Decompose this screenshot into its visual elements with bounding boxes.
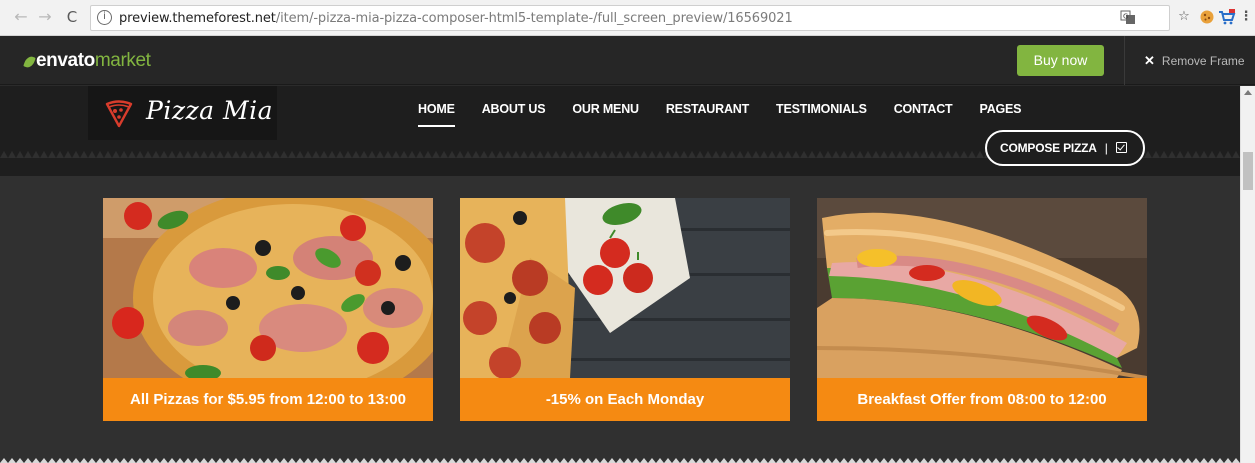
nav-item-pages[interactable]: PAGES [979,102,1021,122]
separator: | [1104,141,1108,155]
checkbox-icon [1115,142,1127,153]
offer-card[interactable]: All Pizzas for $5.95 from 12:00 to 13:00 [103,198,433,421]
site-logo[interactable]: Pizza Mia [88,86,277,140]
back-icon[interactable]: ← [12,8,30,26]
logo-text: Pizza Mia [146,96,274,125]
scrollbar-thumb[interactable] [1243,152,1253,190]
url-path: /item/-pizza-mia-pizza-composer-html5-te… [275,11,793,26]
browser-toolbar: ← → C i preview.themeforest.net/item/-pi… [0,0,1255,36]
offer-card[interactable]: Breakfast Offer from 08:00 to 12:00 [817,198,1147,421]
translate-icon[interactable]: G [1120,9,1136,25]
reload-icon[interactable]: C [63,8,81,26]
nav-item-contact[interactable]: CONTACT [894,102,953,122]
remove-frame-label: Remove Frame [1161,54,1245,68]
logo-word-envato: envato [36,50,95,71]
nav-item-our-menu[interactable]: OUR MENU [572,102,639,122]
logo-word-market: market [94,50,151,71]
pizza-photo [103,198,433,378]
buy-now-button[interactable]: Buy now [1017,45,1104,76]
compose-pizza-button[interactable]: COMPOSE PIZZA | [985,130,1145,166]
close-icon: ✕ [1144,53,1155,68]
nav-item-home[interactable]: HOME [418,102,455,127]
url-host: preview.themeforest.net [119,11,276,26]
sandwich-photo [817,198,1147,378]
nav-item-testimonials[interactable]: TESTIMONIALS [776,102,867,122]
offers-section: All Pizzas for $5.95 from 12:00 to 13:00 [0,176,1240,463]
offer-caption: Breakfast Offer from 08:00 to 12:00 [817,378,1147,421]
compose-pizza-label: COMPOSE PIZZA [1000,141,1097,155]
offer-caption: -15% on Each Monday [460,378,790,421]
nav-item-about-us[interactable]: ABOUT US [482,102,546,122]
dotted-divider [0,457,1240,463]
offer-card[interactable]: -15% on Each Monday [460,198,790,421]
star-icon[interactable]: ☆ [1176,9,1192,25]
main-nav: HOME ABOUT US OUR MENU RESTAURANT TESTIM… [418,102,1048,127]
offer-caption: All Pizzas for $5.95 from 12:00 to 13:00 [103,378,433,421]
pizza-slice-icon [105,100,133,128]
remove-frame-link[interactable]: ✕ Remove Frame [1144,53,1245,69]
url-text[interactable]: preview.themeforest.net/item/-pizza-mia-… [119,11,793,26]
site-header: Pizza Mia HOME ABOUT US OUR MENU RESTAUR… [0,86,1240,176]
cart-extension-icon[interactable] [1218,9,1236,25]
nav-item-restaurant[interactable]: RESTAURANT [666,102,749,122]
forward-icon[interactable]: → [36,8,54,26]
divider [1124,36,1125,85]
cookie-extension-icon[interactable] [1199,9,1215,25]
pizza-tomatoes-photo [460,198,790,378]
page-scrollbar[interactable] [1240,86,1255,463]
info-icon[interactable]: i [97,10,112,25]
svg-text:G: G [1123,13,1128,21]
envato-frame-bar: envatomarket Buy now ✕ Remove Frame [0,36,1255,85]
leaf-icon [23,54,36,70]
menu-icon[interactable]: ⋮ [1238,9,1254,25]
scroll-up-icon[interactable] [1244,90,1252,95]
address-bar[interactable]: i preview.themeforest.net/item/-pizza-mi… [90,5,1170,31]
